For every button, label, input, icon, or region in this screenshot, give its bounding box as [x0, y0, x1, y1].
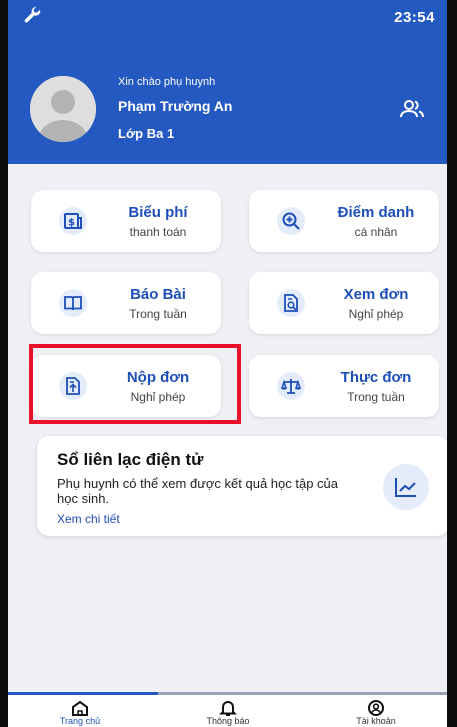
account-icon — [368, 700, 384, 716]
menu-card-view-leave[interactable]: Xem đơn Nghỉ phép — [249, 272, 439, 334]
menu-card-subtitle: cá nhân — [354, 225, 398, 239]
line-chart-icon[interactable] — [383, 464, 429, 510]
menu-card-subtitle: Trong tuần — [129, 307, 187, 321]
menu-card-title: Xem đơn — [343, 286, 409, 303]
class-name: Lớp Ba 1 — [118, 126, 175, 141]
nav-label: Tài khoản — [356, 716, 396, 726]
nav-item-notifications[interactable]: Thông báo — [168, 700, 288, 726]
menu-card-attendance[interactable]: Điểm danh cá nhân — [249, 190, 439, 252]
nav-label: Thông báo — [206, 716, 250, 726]
menu-card-title: Báo Bài — [130, 286, 186, 303]
bell-icon — [219, 701, 237, 716]
wrench-icon — [24, 6, 41, 23]
nav-active-indicator — [8, 692, 158, 695]
bottom-navigation: Trang chủ Thông báo Tài khoản — [8, 692, 447, 727]
menu-card-subtitle: Nghỉ phép — [348, 307, 404, 321]
menu-card-subtitle: thanh toán — [129, 225, 187, 239]
student-name: Phạm Trường An — [118, 98, 233, 114]
nav-label: Trang chủ — [59, 716, 101, 726]
status-bar: 23:54 — [8, 0, 447, 36]
home-icon — [72, 700, 88, 716]
menu-card-title: Thực đơn — [340, 369, 412, 386]
people-icon[interactable] — [399, 98, 425, 120]
phone-screen: 23:54 Xin chào phụ huynh Phạm Trường An … — [0, 0, 457, 727]
nav-indicator-track — [8, 692, 447, 695]
menu-card-title: Biểu phí — [128, 204, 188, 221]
zoom-plus-icon — [277, 207, 305, 235]
fee-icon: $ — [59, 207, 87, 235]
scale-icon — [277, 372, 305, 400]
nav-item-account[interactable]: Tài khoản — [316, 700, 436, 726]
menu-card-menu[interactable]: Thực đơn Trong tuần — [249, 355, 439, 417]
avatar[interactable] — [30, 76, 96, 142]
greeting-text: Xin chào phụ huynh — [118, 76, 216, 88]
book-icon — [59, 289, 87, 317]
menu-card-title: Điểm danh — [337, 204, 415, 221]
highlight-box — [29, 344, 241, 424]
contact-book-title: Sổ liên lạc điện tử — [57, 450, 204, 469]
main-content: $ Biểu phí thanh toán Điểm danh cá nhân … — [8, 164, 447, 692]
nav-item-home[interactable]: Trang chủ — [20, 700, 140, 726]
contact-book-card[interactable]: Sổ liên lạc điện tử Phụ huynh có thể xem… — [37, 436, 447, 536]
menu-card-fees[interactable]: $ Biểu phí thanh toán — [31, 190, 221, 252]
profile-header: Xin chào phụ huynh Phạm Trường An Lớp Ba… — [8, 36, 447, 164]
menu-card-homework[interactable]: Báo Bài Trong tuần — [31, 272, 221, 334]
contact-book-description: Phụ huynh có thể xem được kết quả học tậ… — [57, 476, 339, 506]
document-search-icon — [277, 289, 305, 317]
view-details-link[interactable]: Xem chi tiết — [57, 512, 120, 526]
menu-card-subtitle: Trong tuần — [347, 390, 405, 404]
svg-text:$: $ — [68, 218, 75, 229]
avatar-placeholder-icon — [30, 76, 96, 142]
clock: 23:54 — [394, 9, 435, 26]
